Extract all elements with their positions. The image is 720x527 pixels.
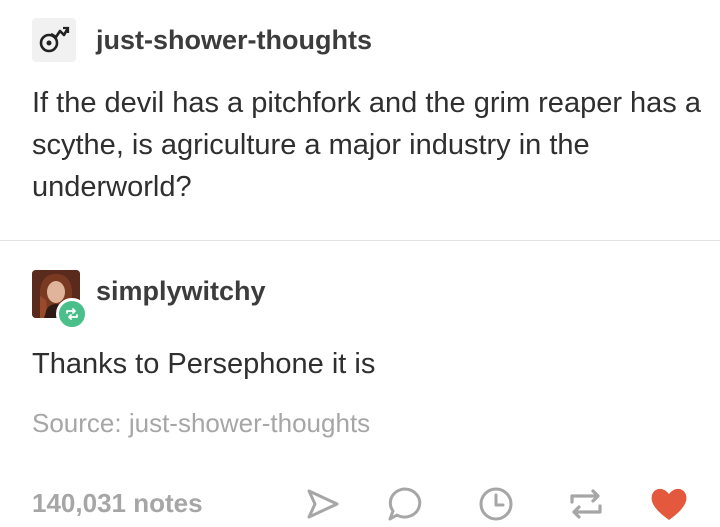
like-button[interactable]	[649, 484, 689, 524]
reply-button[interactable]	[385, 484, 425, 524]
share-button[interactable]	[303, 484, 343, 524]
post-card: just-shower-thoughts If the devil has a …	[0, 0, 720, 527]
avatar[interactable]	[32, 18, 76, 62]
original-username[interactable]: just-shower-thoughts	[96, 25, 372, 56]
reply-icon	[388, 487, 422, 521]
reblog-button[interactable]	[566, 484, 606, 524]
reblog-icon	[66, 308, 78, 320]
reblog-icon	[570, 489, 602, 519]
heart-icon	[651, 488, 687, 520]
reblog-username[interactable]: simplywitchy	[96, 276, 266, 307]
queue-button[interactable]	[476, 484, 516, 524]
divider	[0, 240, 720, 241]
lightbulb-graph-icon	[39, 26, 70, 53]
original-post-text: If the devil has a pitchfork and the gri…	[32, 87, 701, 203]
source-link[interactable]: Source: just-shower-thoughts	[32, 408, 370, 439]
notes-count[interactable]: 140,031 notes	[32, 488, 203, 519]
reblog-text: Thanks to Persephone it is	[32, 348, 376, 380]
share-icon	[307, 489, 339, 519]
original-post-header: just-shower-thoughts	[32, 18, 372, 62]
reblog-badge	[56, 298, 88, 330]
queue-icon	[479, 487, 513, 521]
